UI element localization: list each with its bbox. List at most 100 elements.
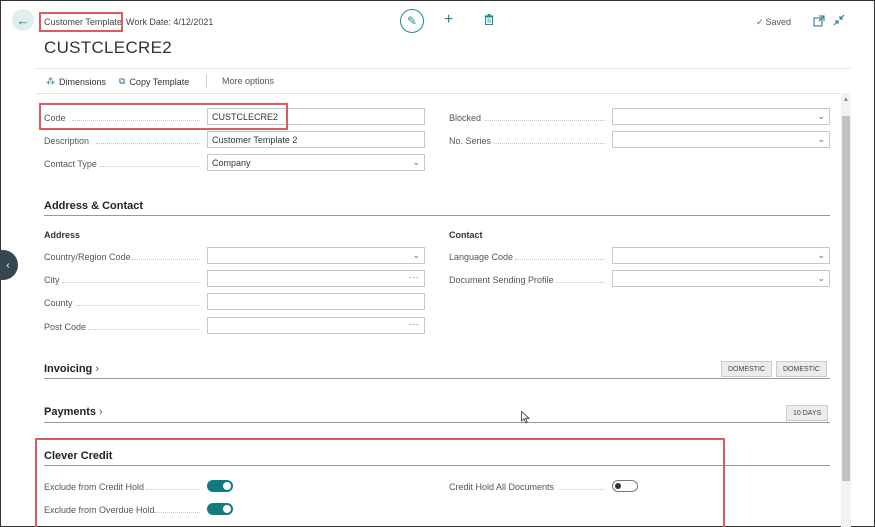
popout-icon[interactable] bbox=[813, 15, 825, 27]
clever-credit-title[interactable]: Clever Credit bbox=[44, 450, 112, 462]
credit-hold-all-docs-toggle[interactable] bbox=[612, 480, 638, 492]
doc-sending-label: Document Sending Profile bbox=[449, 275, 554, 285]
chevron-down-icon: ⌄ bbox=[817, 134, 825, 144]
dotted-leader bbox=[132, 259, 200, 260]
city-field[interactable]: ··· bbox=[207, 270, 425, 287]
contact-heading: Contact bbox=[449, 230, 483, 240]
code-value: CUSTCLECRE2 bbox=[212, 112, 279, 122]
collapse-icon[interactable] bbox=[833, 14, 845, 26]
no-series-select[interactable]: ⌄ bbox=[612, 131, 830, 148]
chevron-left-icon: ‹ bbox=[6, 259, 10, 271]
description-value: Customer Template 2 bbox=[212, 135, 298, 145]
chevron-down-icon: ⌄ bbox=[817, 250, 825, 260]
dotted-leader bbox=[96, 143, 200, 144]
dotted-leader bbox=[88, 329, 200, 330]
dotted-leader bbox=[556, 282, 605, 283]
county-field[interactable] bbox=[207, 293, 425, 310]
dimensions-label: Dimensions bbox=[59, 76, 107, 87]
copy-template-label: Copy Template bbox=[129, 76, 190, 87]
chevron-right-icon: › bbox=[99, 406, 103, 418]
code-field[interactable]: CUSTCLECRE2 bbox=[207, 108, 425, 125]
exclude-overdue-hold-toggle[interactable] bbox=[207, 503, 233, 515]
address-contact-title[interactable]: Address & Contact bbox=[44, 200, 143, 212]
country-select[interactable]: ⌄ bbox=[207, 247, 425, 264]
page-caption: Customer Template bbox=[44, 17, 122, 27]
dotted-leader bbox=[100, 166, 200, 167]
section-divider bbox=[44, 215, 830, 216]
chevron-right-icon: › bbox=[95, 363, 100, 375]
more-options-action[interactable]: More options bbox=[222, 76, 274, 86]
back-button[interactable]: ← bbox=[12, 9, 34, 31]
mouse-cursor-icon bbox=[521, 411, 530, 424]
new-button[interactable]: + bbox=[444, 12, 453, 28]
invoicing-tag-1[interactable]: DOMESTIC bbox=[721, 361, 772, 377]
county-label: County bbox=[44, 298, 73, 308]
copy-template-action[interactable]: ⧉ Copy Template bbox=[119, 76, 189, 87]
dimensions-icon: ⁂ bbox=[46, 76, 55, 86]
blocked-label: Blocked bbox=[449, 113, 482, 123]
dotted-leader bbox=[154, 512, 200, 513]
saved-label: Saved bbox=[765, 17, 792, 27]
plus-icon: + bbox=[444, 11, 454, 28]
chevron-down-icon: ⌄ bbox=[412, 250, 420, 260]
dotted-leader bbox=[72, 120, 200, 121]
credit-hold-all-docs-label: Credit Hold All Documents bbox=[449, 482, 555, 492]
main-content: Code CUSTCLECRE2 Description Customer Te… bbox=[36, 93, 840, 527]
dotted-leader bbox=[558, 489, 605, 490]
exclude-credit-hold-label: Exclude from Credit Hold bbox=[44, 482, 145, 492]
dotted-leader bbox=[515, 259, 605, 260]
language-select[interactable]: ⌄ bbox=[612, 247, 830, 264]
payments-title[interactable]: Payments › bbox=[44, 406, 103, 418]
checkmark-icon: ✓ bbox=[756, 17, 764, 27]
payments-label: Payments bbox=[44, 406, 96, 418]
dotted-leader bbox=[76, 305, 200, 306]
chevron-down-icon: ⌄ bbox=[817, 273, 825, 283]
exclude-credit-hold-toggle[interactable] bbox=[207, 480, 233, 492]
description-label: Description bbox=[44, 136, 90, 146]
contact-type-select[interactable]: Company ⌄ bbox=[207, 154, 425, 171]
address-heading: Address bbox=[44, 230, 81, 240]
blocked-select[interactable]: ⌄ bbox=[612, 108, 830, 125]
lookup-ellipsis-icon[interactable]: ··· bbox=[409, 272, 420, 282]
copy-icon: ⧉ bbox=[119, 76, 126, 86]
payments-tag[interactable]: 10 DAYS bbox=[786, 405, 829, 421]
no-series-label: No. Series bbox=[449, 136, 492, 146]
chevron-down-icon: ⌄ bbox=[817, 111, 825, 121]
country-label: Country/Region Code bbox=[44, 252, 131, 262]
doc-sending-select[interactable]: ⌄ bbox=[612, 270, 830, 287]
post-code-field[interactable]: ··· bbox=[207, 317, 425, 334]
edit-button[interactable]: ✎ bbox=[400, 9, 424, 33]
dotted-leader bbox=[146, 489, 200, 490]
dotted-leader bbox=[494, 143, 605, 144]
section-divider bbox=[44, 465, 830, 466]
city-label: City bbox=[44, 275, 60, 285]
trash-icon[interactable] bbox=[484, 14, 494, 25]
post-code-label: Post Code bbox=[44, 322, 87, 332]
contact-type-label: Contact Type bbox=[44, 159, 97, 169]
back-arrow-icon: ← bbox=[16, 12, 30, 28]
action-separator bbox=[206, 74, 207, 88]
dimensions-action[interactable]: ⁂ Dimensions bbox=[46, 76, 106, 87]
scroll-up-icon[interactable]: ▲ bbox=[843, 97, 849, 103]
lookup-ellipsis-icon[interactable]: ··· bbox=[409, 319, 420, 329]
exclude-overdue-hold-label: Exclude from Overdue Hold bbox=[44, 505, 155, 515]
page-title: CUSTCLECRE2 bbox=[44, 38, 172, 57]
contact-type-value: Company bbox=[212, 158, 251, 168]
code-label: Code bbox=[44, 113, 66, 123]
section-divider bbox=[44, 378, 830, 379]
pencil-icon: ✎ bbox=[406, 14, 418, 28]
invoicing-tag-2[interactable]: DOMESTIC bbox=[776, 361, 827, 377]
invoicing-title[interactable]: Invoicing › bbox=[44, 363, 99, 375]
description-field[interactable]: Customer Template 2 bbox=[207, 131, 425, 148]
work-date: Work Date: 4/12/2021 bbox=[126, 17, 214, 27]
dotted-leader bbox=[62, 282, 200, 283]
saved-status: ✓ Saved bbox=[756, 17, 791, 28]
language-label: Language Code bbox=[449, 252, 514, 262]
scrollbar-thumb[interactable] bbox=[842, 116, 850, 481]
invoicing-label: Invoicing bbox=[44, 363, 93, 375]
dotted-leader bbox=[485, 120, 605, 121]
chevron-down-icon: ⌄ bbox=[412, 157, 420, 167]
action-bar: ⁂ Dimensions ⧉ Copy Template More options bbox=[36, 68, 851, 92]
section-divider bbox=[44, 422, 830, 423]
more-options-label: More options bbox=[222, 76, 275, 86]
